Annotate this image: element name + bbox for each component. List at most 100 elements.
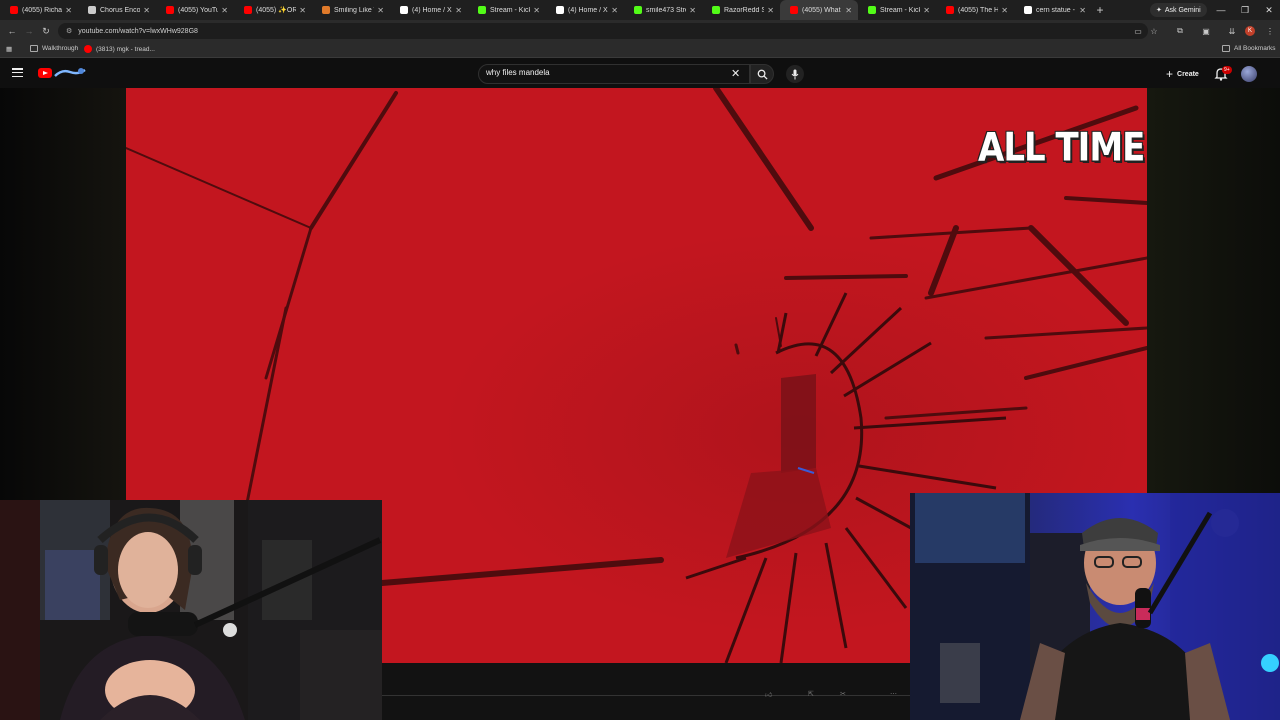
browser-tab[interactable]: (4055) The Hun✕: [936, 0, 1014, 20]
youtube-logo[interactable]: [38, 68, 52, 78]
bookmarks-bar: ▦ Walkthrough (3813) mgk - tread... All …: [0, 42, 1280, 58]
browser-tab[interactable]: Stream - Kick D✕: [858, 0, 936, 20]
tab-close-icon[interactable]: ✕: [845, 6, 852, 15]
profile-button[interactable]: K: [1242, 23, 1258, 39]
browser-tab[interactable]: smile473 Strea✕: [624, 0, 702, 20]
back-arrow-icon: ←: [7, 26, 17, 36]
video-progress-bar[interactable]: [382, 695, 910, 696]
youtube-icon: [946, 6, 954, 14]
youtube-icon: [244, 6, 252, 14]
apps-grid-icon[interactable]: ▦: [6, 45, 12, 53]
back-button[interactable]: ←: [4, 23, 20, 39]
forward-arrow-icon: →: [24, 26, 34, 36]
bookmark-star-icon[interactable]: ☆: [1146, 23, 1162, 39]
puzzle-icon: [88, 6, 96, 14]
account-avatar[interactable]: [1241, 66, 1257, 82]
address-bar-row: ← → ↻ ⚙ youtube.com/watch?v=lwxWHw928G8 …: [0, 20, 1280, 42]
tab-title: (4055) ✨ORIG: [256, 7, 297, 14]
search-button[interactable]: [750, 64, 774, 84]
tab-close-icon[interactable]: ✕: [1001, 6, 1008, 15]
tab-close-icon[interactable]: ✕: [65, 6, 72, 15]
bookmark-walkthrough[interactable]: Walkthrough: [30, 45, 78, 52]
kick-icon: [634, 6, 642, 14]
tab-title: (4055) What Co: [802, 6, 842, 14]
voice-search-button[interactable]: [786, 65, 804, 83]
x-icon: [556, 6, 564, 14]
close-window-button[interactable]: ✕: [1258, 0, 1280, 20]
tab-title: RazorRedd Stre: [724, 6, 765, 14]
cast-icon[interactable]: ▭: [1130, 23, 1146, 39]
bookmark-label: Walkthrough: [42, 45, 79, 52]
gemini-icon: ✦: [1156, 7, 1162, 14]
all-bookmarks[interactable]: All Bookmarks: [1222, 45, 1276, 52]
x-icon: [400, 6, 408, 14]
tab-title: Stream - Kick D: [490, 6, 531, 14]
reload-icon: ↻: [42, 25, 50, 36]
video-controls-bar: [382, 663, 910, 720]
screen: (4055) Richard✕Chorus Encore✕(4055) YouT…: [0, 0, 1280, 720]
tab-close-icon[interactable]: ✕: [767, 6, 774, 15]
browser-tab[interactable]: RazorRedd Stre✕: [702, 0, 780, 20]
google-icon: [1024, 6, 1032, 14]
bookmark-mgk[interactable]: (3813) mgk - tread...: [84, 45, 155, 53]
menu-icon[interactable]: [12, 68, 23, 77]
kick-icon: [712, 6, 720, 14]
youtube-icon: [166, 6, 174, 14]
tab-title: Smiling Like Wi: [334, 6, 374, 14]
tab-title: Chorus Encore: [100, 6, 141, 14]
tab-close-icon[interactable]: ✕: [1079, 6, 1086, 15]
minimize-button[interactable]: —: [1210, 0, 1232, 20]
create-label: Create: [1177, 70, 1199, 78]
reload-button[interactable]: ↻: [38, 23, 54, 39]
clear-search-icon[interactable]: ✕: [731, 67, 740, 80]
browser-tab[interactable]: (4) Home / X ✕: [546, 0, 624, 20]
browser-tab[interactable]: cern statue - Go✕: [1014, 0, 1092, 20]
tab-title: (4055) YouTube: [178, 6, 219, 14]
browser-tab[interactable]: (4055) YouTube✕: [156, 0, 234, 20]
browser-tab[interactable]: Chorus Encore✕: [78, 0, 156, 20]
browser-menu-icon[interactable]: ⋮: [1262, 23, 1278, 39]
youtube-doodle-logo[interactable]: [54, 67, 86, 79]
tab-close-icon[interactable]: ✕: [143, 6, 150, 15]
extensions-icon[interactable]: ⧉: [1172, 23, 1188, 39]
browser-tab[interactable]: (4055) ✨ORIG✕: [234, 0, 312, 20]
browser-tab[interactable]: Stream - Kick D✕: [468, 0, 546, 20]
like-icon[interactable]: 👍︎: [765, 690, 772, 699]
browser-tab[interactable]: Smiling Like Wi✕: [312, 0, 390, 20]
tab-close-icon[interactable]: ✕: [299, 6, 306, 15]
search-query: why files mandela: [486, 68, 550, 77]
tab-close-icon[interactable]: ✕: [533, 6, 540, 15]
side-panel-icon[interactable]: ▣: [1198, 23, 1214, 39]
kick-icon: [478, 6, 486, 14]
tab-close-icon[interactable]: ✕: [455, 6, 462, 15]
all-bookmarks-label: All Bookmarks: [1234, 45, 1276, 52]
folder-icon: [30, 45, 38, 52]
tab-close-icon[interactable]: ✕: [923, 6, 930, 15]
tab-close-icon[interactable]: ✕: [689, 6, 696, 15]
webcam-right: [910, 493, 1280, 720]
site-info-icon: ⚙: [66, 28, 73, 35]
browser-tab[interactable]: (4055) Richard✕: [0, 0, 78, 20]
search-icon: [757, 69, 768, 80]
webcam-right-feed: [910, 493, 1280, 720]
webcam-left: [0, 500, 382, 720]
tab-close-icon[interactable]: ✕: [377, 6, 384, 15]
tab-close-icon[interactable]: ✕: [611, 6, 618, 15]
restore-button[interactable]: ❐: [1234, 0, 1256, 20]
browser-tab[interactable]: (4) Home / X ✕: [390, 0, 468, 20]
share-icon[interactable]: ⇱: [808, 690, 814, 698]
clip-icon[interactable]: ✂: [840, 690, 846, 698]
youtube-icon: [84, 45, 92, 53]
downloads-icon[interactable]: ⇊: [1224, 23, 1240, 39]
kick-icon: [868, 6, 876, 14]
more-icon[interactable]: ⋯: [890, 690, 897, 698]
forward-button[interactable]: →: [21, 23, 37, 39]
ask-gemini-button[interactable]: ✦ Ask Gemini: [1150, 3, 1207, 17]
new-tab-button[interactable]: +: [1092, 0, 1108, 20]
create-button[interactable]: + Create: [1160, 65, 1205, 83]
url-field[interactable]: ⚙ youtube.com/watch?v=lwxWHw928G8: [58, 23, 1148, 39]
browser-tab[interactable]: (4055) What Co✕: [780, 0, 858, 20]
profile-avatar: K: [1245, 26, 1255, 36]
video-caption-text: ALL TIME: [978, 125, 1145, 171]
tab-close-icon[interactable]: ✕: [221, 6, 228, 15]
